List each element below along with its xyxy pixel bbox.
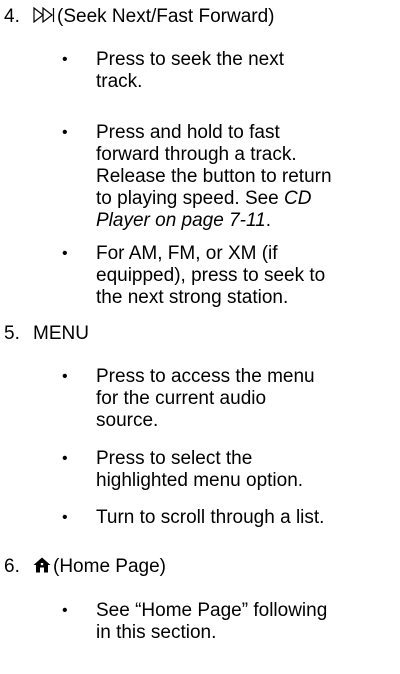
item-number: 6.	[4, 556, 20, 577]
bullet-text: Press to select the highlighted menu opt…	[96, 448, 304, 491]
item-title: (Home Page)	[53, 556, 166, 577]
bullet-marker: •	[62, 368, 68, 385]
item-4-heading: 4. (Seek Next/Fast Forward)	[4, 6, 275, 28]
bullet-text: See “Home Page” following in this sectio…	[96, 600, 328, 643]
cross-reference[interactable]: Player on page 7-11	[96, 210, 266, 231]
item-number: 5.	[4, 323, 20, 344]
item-6-heading: 6. (Home Page)	[4, 556, 166, 578]
bullet-marker: •	[62, 509, 68, 526]
bullet-marker: •	[62, 124, 68, 141]
bullet-marker: •	[62, 450, 68, 467]
manual-page: 4. (Seek Next/Fast Forward) • Press to s…	[0, 0, 400, 674]
item-number: 4.	[4, 6, 20, 27]
bullet-text: Press and hold to fast forward through a…	[96, 122, 332, 231]
bullet-marker: •	[62, 602, 68, 619]
home-icon	[33, 557, 51, 573]
bullet-text: For AM, FM, or XM (if equipped), press t…	[96, 243, 326, 308]
bullet-text: Press to access the menu for the current…	[96, 366, 315, 431]
bullet-marker: •	[62, 245, 68, 262]
cross-reference[interactable]: CD	[284, 188, 311, 209]
bullet-text: Turn to scroll through a list.	[96, 507, 325, 528]
seek-next-icon	[33, 7, 55, 23]
bullet-marker: •	[62, 51, 68, 68]
item-5-heading: 5. MENU	[4, 323, 89, 345]
bullet-text: Press to seek the next track.	[96, 49, 284, 92]
item-title: (Seek Next/Fast Forward)	[57, 6, 275, 27]
item-title: MENU	[33, 323, 89, 344]
